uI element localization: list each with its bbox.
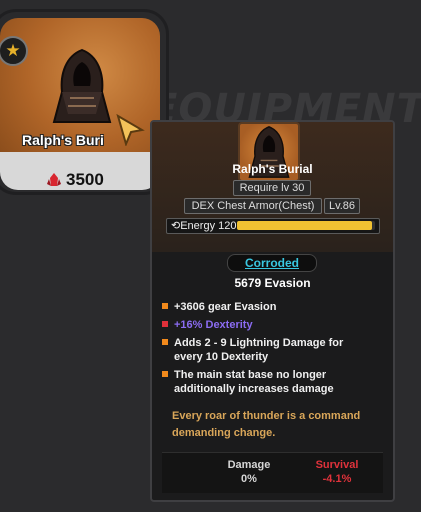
affix-line: +3606 gear Evasion xyxy=(162,300,374,314)
bullet-icon xyxy=(162,303,168,309)
affix-line: The main stat base no longer additionall… xyxy=(162,368,374,396)
tooltip-body: Corroded 5679 Evasion +3606 gear Evasion… xyxy=(152,252,393,500)
cursor-icon xyxy=(116,114,145,146)
flavor-text: Every roar of thunder is a command deman… xyxy=(172,410,361,439)
stat-comparison: Damage 0% Survival -4.1% xyxy=(162,452,383,493)
item-level-chip: Lv.86 xyxy=(324,198,360,214)
tooltip-item-name: Ralph's Burial xyxy=(232,162,313,176)
energy-bar: ⟲Energy 120 xyxy=(166,218,380,234)
damage-label: Damage xyxy=(227,459,271,471)
energy-icon: ⟲ xyxy=(171,220,181,232)
item-card[interactable]: ★ Ralph's Buri 3500 xyxy=(0,12,166,192)
item-type-chip: DEX Chest Armor(Chest) xyxy=(184,198,322,214)
bullet-icon xyxy=(162,339,168,345)
item-card-name: Ralph's Buri xyxy=(22,132,104,148)
energy-text: Energy 120 xyxy=(180,220,237,232)
affix-line: +16% Dexterity xyxy=(162,318,374,332)
energy-track xyxy=(237,221,375,230)
requirement-chip: Require lv 30 xyxy=(233,180,311,196)
affix-line: Adds 2 - 9 Lightning Damage for every 10… xyxy=(162,336,374,364)
affix-text: The main stat base no longer additionall… xyxy=(174,369,334,395)
energy-fill xyxy=(237,221,373,230)
energy-label: ⟲Energy 120 xyxy=(171,219,236,233)
survival-label: Survival xyxy=(315,459,359,471)
base-evasion: 5679 Evasion xyxy=(234,276,311,290)
affix-text: Adds 2 - 9 Lightning Damage for every 10… xyxy=(174,337,344,363)
item-price: 3500 xyxy=(46,170,104,190)
bullet-icon xyxy=(162,321,168,327)
item-tooltip: Ralph's Burial Require lv 30 DEX Chest A… xyxy=(150,120,395,502)
affix-text: +16% Dexterity xyxy=(174,319,253,331)
affix-text: +3606 gear Evasion xyxy=(174,301,277,313)
hooded-armor-icon xyxy=(52,48,112,123)
corroded-status[interactable]: Corroded xyxy=(227,254,317,272)
price-value: 3500 xyxy=(66,170,104,189)
damage-value: 0% xyxy=(241,473,257,485)
red-crystal-icon xyxy=(47,173,61,186)
bullet-icon xyxy=(162,371,168,377)
survival-value: -4.1% xyxy=(322,473,352,485)
